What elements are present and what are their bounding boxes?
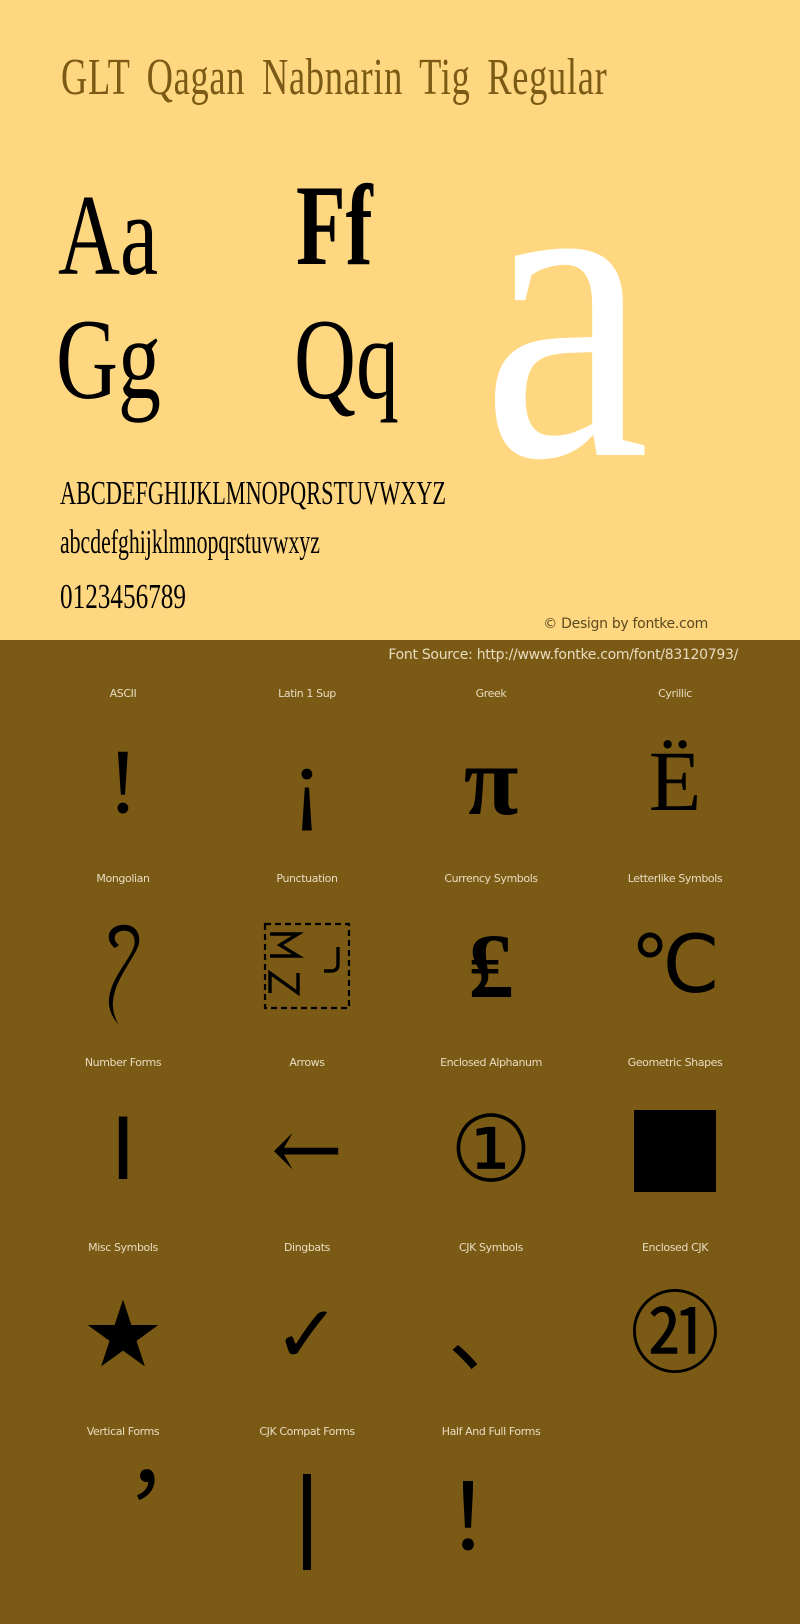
- vertical-bar-glyph: [215, 1454, 399, 1584]
- glyph-cell: CJK Symbols 、: [399, 1240, 583, 1424]
- sample-pair-ff: Ff: [296, 162, 373, 290]
- black-star-glyph: ★: [81, 1280, 165, 1388]
- glyph-cell-label: Number Forms: [84, 1056, 162, 1069]
- glyph-cell-label: Arrows: [289, 1056, 325, 1069]
- ideographic-comma-glyph: 、: [448, 1284, 534, 1385]
- glyph-cell: CJK Compat Forms: [215, 1424, 399, 1608]
- black-square-glyph: [583, 1085, 767, 1215]
- sample-pair-gg: Gg: [56, 296, 161, 424]
- check-mark-glyph: ✓: [273, 1287, 341, 1381]
- glyph-cell-label: Geometric Shapes: [627, 1056, 723, 1069]
- glyph-cell: Currency Symbols ₤: [399, 871, 583, 1055]
- glyph-cell-label: Punctuation: [276, 871, 338, 885]
- glyph-cell-label: Half And Full Forms: [441, 1425, 541, 1438]
- digits-sample: 0123456789: [60, 577, 186, 616]
- degree-celsius-glyph: ℃: [630, 921, 720, 1010]
- glyph-cell: Number Forms Ⅰ: [31, 1055, 215, 1239]
- glyph-cell-label: Mongolian: [96, 871, 150, 885]
- glyph-cell: Half And Full Forms ！: [399, 1424, 583, 1608]
- glyph-cell: Letterlike Symbols ℃: [583, 871, 767, 1055]
- glyph-cell-label: Letterlike Symbols: [627, 871, 723, 885]
- glyph-cell-label: CJK Compat Forms: [259, 1425, 355, 1438]
- uppercase-alphabet: ABCDEFGHIJKLMNOPQRSTUVWXYZ: [60, 475, 447, 512]
- circled-one-glyph: ①: [449, 1096, 533, 1203]
- glyph-cell-label: Enclosed CJK: [641, 1240, 709, 1254]
- exclamation-glyph: !: [107, 730, 139, 832]
- big-sample-letter: a: [481, 64, 650, 551]
- glyph-cell-label: Cyrillic: [658, 687, 692, 700]
- glyph-cell-label: Greek: [475, 687, 507, 700]
- left-arrow-glyph: ←: [270, 1100, 344, 1200]
- glyph-cell: Cyrillic Ё: [583, 686, 767, 870]
- glyph-cell-label: Vertical Forms: [86, 1425, 160, 1438]
- glyph-cell: ASCII!: [31, 686, 215, 870]
- glyph-cell: Enclosed Alphanum ①: [399, 1055, 583, 1239]
- glyph-cell-label: ASCII: [109, 687, 137, 700]
- glyph-cell-label: Enclosed Alphanum: [440, 1056, 542, 1069]
- lowercase-alphabet: abcdefghijklmnopqrstuvwxyz: [60, 524, 320, 561]
- glyph-cell: Mongolian: [31, 871, 215, 1055]
- glyph-cell-label: Currency Symbols: [444, 871, 538, 885]
- glyph-cell: Dingbats ✓: [215, 1240, 399, 1424]
- pi-glyph: π: [463, 725, 519, 836]
- glyph-cell: Enclosed CJK ㉑: [583, 1240, 767, 1424]
- lira-glyph: ₤: [468, 914, 514, 1017]
- glyph-cell: Arrows ←: [215, 1055, 399, 1239]
- sample-pair-aa: Aa: [58, 172, 159, 300]
- mongolian-glyph: [31, 901, 215, 1031]
- glyph-cell: Greek π: [399, 686, 583, 870]
- glyph-cell: Geometric Shapes: [583, 1055, 767, 1239]
- glyph-cell-label: Latin 1 Sup: [278, 687, 336, 700]
- zwj-placeholder-box: [215, 901, 399, 1031]
- glyph-cell: Punctuation: [215, 871, 399, 1055]
- fullwidth-exclamation-glyph: ！: [444, 1468, 537, 1570]
- font-source-link[interactable]: Font Source: http://www.fontke.com/font/…: [388, 647, 738, 663]
- glyph-cell-label: Misc Symbols: [88, 1240, 158, 1254]
- glyph-cell: Misc Symbols ★: [31, 1240, 215, 1424]
- roman-numeral-one-glyph: Ⅰ: [110, 1102, 136, 1198]
- glyph-cell-label: Dingbats: [283, 1240, 331, 1254]
- glyph-cell: Vertical Forms ︐: [31, 1424, 215, 1608]
- inverted-exclamation-glyph: ¡: [291, 730, 323, 832]
- vertical-comma-glyph: ︐: [78, 1469, 168, 1568]
- circled-twenty-one-glyph: ㉑: [630, 1281, 720, 1387]
- glyph-cell-label: CJK Symbols: [459, 1240, 523, 1254]
- copyright-text: © Design by fontke.com: [543, 616, 708, 632]
- sample-pair-qq: Qq: [294, 296, 399, 424]
- glyph-cell: Latin 1 Sup ¡: [215, 686, 399, 870]
- cyrillic-yo-glyph: Ё: [648, 733, 702, 829]
